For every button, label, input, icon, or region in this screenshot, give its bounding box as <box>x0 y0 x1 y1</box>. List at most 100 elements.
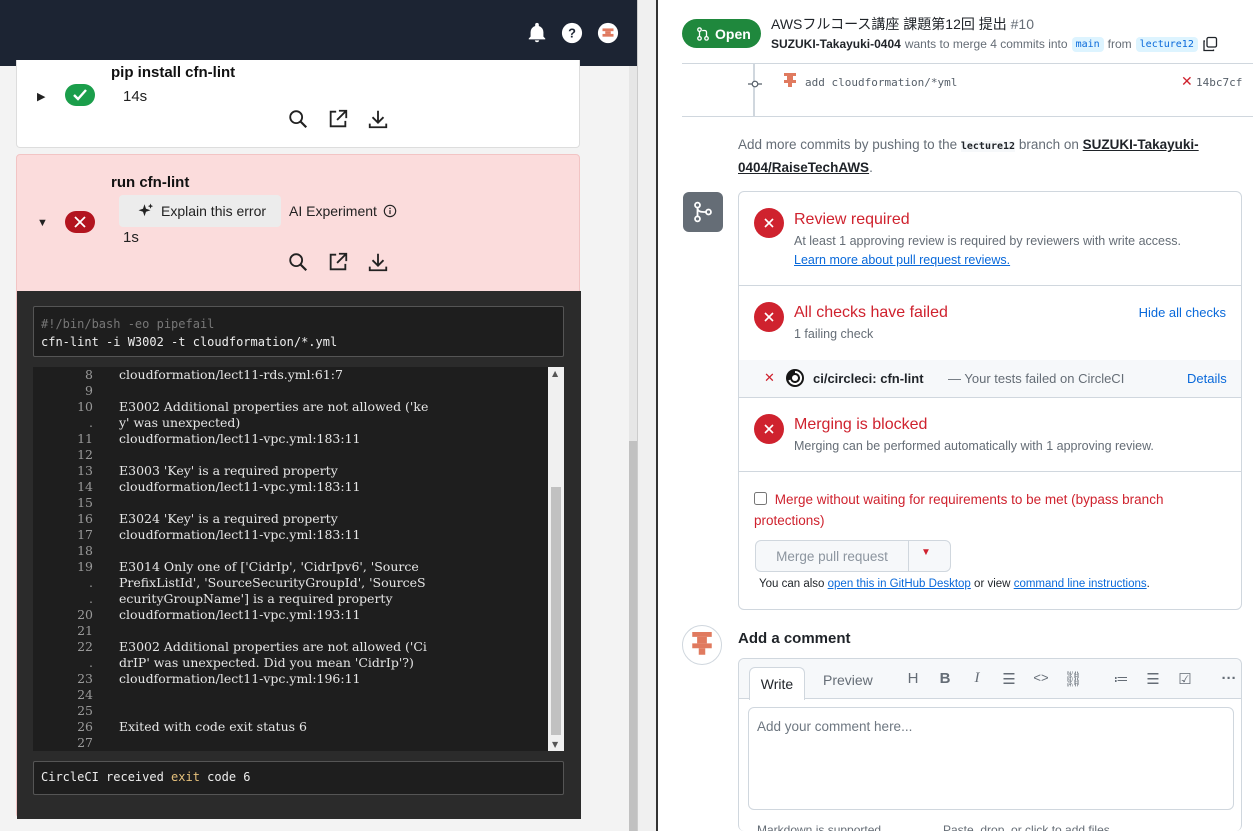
review-desc: At least 1 approving review is required … <box>794 234 1181 248</box>
log-line: 15 <box>33 495 564 511</box>
download-icon[interactable] <box>367 251 389 273</box>
log-line-number: 8 <box>85 367 93 382</box>
add-more-text1: Add more commits by pushing to the <box>738 137 958 152</box>
log-output[interactable]: 8 cloudformation/lect11-rds.yml:61:7 9 10 E3… <box>33 367 564 751</box>
review-required-section: Review required At least 1 approving rev… <box>739 192 1241 286</box>
scroll-down-arrow-icon[interactable]: ▼ <box>552 740 558 749</box>
attach-files[interactable]: Paste, drop, or click to add files <box>943 823 1110 831</box>
check-name: ci/circleci: cfn-lint <box>813 371 924 386</box>
page-scrollbar[interactable] <box>629 66 637 831</box>
log-line: 24 <box>33 687 564 703</box>
pr-wants: wants to merge 4 commits into <box>904 37 1068 51</box>
explain-error-button[interactable]: Explain this error <box>119 195 281 227</box>
scroll-thumb[interactable] <box>551 487 561 735</box>
commenter-avatar[interactable] <box>682 625 722 665</box>
log-line: 18 <box>33 543 564 559</box>
command-shebang: #!/bin/bash -eo pipefail <box>41 317 215 331</box>
unordered-list-icon[interactable]: ☰ <box>1137 670 1169 688</box>
log-line: 21 <box>33 623 564 639</box>
log-line-number: 12 <box>77 447 93 462</box>
editor-toolbar: Write Preview H B I ☰ <> ⛓ ≔ ☰ ☑ ··· <box>739 659 1241 700</box>
commit-message[interactable]: add cloudformation/*yml <box>805 76 957 89</box>
search-icon[interactable] <box>287 108 309 130</box>
info-icon[interactable] <box>383 204 397 218</box>
toolbar-separator <box>1089 670 1105 688</box>
log-line-text: y' was unexpected) <box>119 415 241 430</box>
commit-sha[interactable]: 14bc7cf <box>1196 76 1242 89</box>
step-run-cfn-lint: ▼ run cfn-lint Explain this error AI Exp… <box>16 154 581 819</box>
log-line: 27 <box>33 735 564 751</box>
ordered-list-icon[interactable]: ≔ <box>1105 670 1137 688</box>
svg-text:?: ? <box>568 26 576 41</box>
bold-icon[interactable]: B <box>929 670 961 688</box>
step-actions <box>287 108 389 130</box>
italic-icon[interactable]: I <box>961 670 993 688</box>
log-line: . y' was unexpected) <box>33 415 564 431</box>
hide-all-checks-link[interactable]: Hide all checks <box>1139 305 1226 320</box>
copy-icon[interactable] <box>1202 36 1218 52</box>
user-avatar-icon[interactable] <box>597 22 619 44</box>
head-branch[interactable]: lecture12 <box>1135 36 1198 52</box>
search-icon[interactable] <box>287 251 309 273</box>
commit-fail-x-icon[interactable]: ✕ <box>1181 74 1193 90</box>
bypass-label[interactable]: Merge without waiting for requirements t… <box>754 492 1163 528</box>
log-line-text: cloudformation/lect11-rds.yml:61:7 <box>119 367 343 382</box>
step-name: run cfn-lint <box>111 174 190 191</box>
base-branch[interactable]: main <box>1071 36 1104 52</box>
step-duration: 14s <box>123 88 148 105</box>
log-line-text: cloudformation/lect11-vpc.yml:193:11 <box>119 607 361 622</box>
bypass-option: Merge without waiting for requirements t… <box>754 489 1224 531</box>
open-external-icon[interactable] <box>327 251 349 273</box>
log-line-text: PrefixListId', 'SourceSecurityGroupId', … <box>119 575 426 590</box>
heading-icon[interactable]: H <box>897 670 929 688</box>
expand-caret-icon[interactable]: ▶ <box>37 90 45 103</box>
commit-author-avatar[interactable] <box>782 72 798 90</box>
comment-input[interactable]: Add your comment here... <box>748 707 1234 810</box>
more-options-icon[interactable]: ··· <box>1213 670 1245 688</box>
blocked-title: Merging is blocked <box>794 416 928 433</box>
bell-icon[interactable] <box>526 22 548 44</box>
also-text3: . <box>1146 578 1150 590</box>
log-line: 19 E3014 Only one of ['CidrIp', 'CidrIpv6… <box>33 559 564 575</box>
merging-blocked-section: Merging is blocked Merging can be perfor… <box>739 398 1241 472</box>
tab-write[interactable]: Write <box>749 667 805 700</box>
tab-preview[interactable]: Preview <box>823 672 873 688</box>
markdown-supported[interactable]: Markdown is supported <box>757 823 881 831</box>
log-line-number: 10 <box>77 399 93 414</box>
add-comment-heading: Add a comment <box>738 630 851 647</box>
scroll-up-arrow-icon[interactable]: ▲ <box>552 369 558 378</box>
timeline-divider <box>682 116 1253 117</box>
log-scrollbar[interactable]: ▲ ▼ <box>548 367 564 751</box>
log-line-text: E3024 'Key' is a required property <box>119 511 338 526</box>
ai-experiment: AI Experiment <box>289 203 397 219</box>
link-icon[interactable]: ⛓ <box>1057 670 1089 688</box>
open-external-icon[interactable] <box>327 108 349 130</box>
recv-keyword: exit <box>171 770 200 784</box>
bypass-checkbox[interactable] <box>754 492 767 505</box>
command-line-link[interactable]: command line instructions <box>1014 578 1147 590</box>
github-desktop-link[interactable]: open this in GitHub Desktop <box>828 578 971 590</box>
download-icon[interactable] <box>367 108 389 130</box>
commit-icon <box>748 80 762 88</box>
task-list-icon[interactable]: ☑ <box>1169 670 1201 688</box>
log-line: . ecurityGroupName'] is a required proper… <box>33 591 564 607</box>
quote-icon[interactable]: ☰ <box>993 670 1025 688</box>
collapse-caret-icon[interactable]: ▼ <box>37 217 48 229</box>
help-icon[interactable]: ? <box>561 22 583 44</box>
pr-title-text: AWSフルコース講座 課題第12回 提出 <box>771 16 1007 32</box>
log-line-number: . <box>89 415 93 430</box>
review-learn-more-link[interactable]: Learn more about pull request reviews. <box>794 253 1010 267</box>
code-icon[interactable]: <> <box>1025 670 1057 688</box>
add-more-text2: branch on <box>1018 137 1079 152</box>
merge-options-dropdown-icon[interactable]: ▼ <box>921 547 931 558</box>
check-desc: — Your tests failed on CircleCI <box>948 371 1125 386</box>
log-line-text: drIP' was unexpected. Did you mean 'Cidr… <box>119 655 414 670</box>
merge-button-group: Merge pull request ▼ <box>755 540 951 572</box>
pr-state-badge: Open <box>682 19 761 48</box>
page-scroll-thumb[interactable] <box>629 441 637 831</box>
merge-pull-request-button[interactable]: Merge pull request <box>756 541 909 571</box>
pr-author[interactable]: SUZUKI-Takayuki-0404 <box>771 37 901 51</box>
add-more-branch: lecture12 <box>960 141 1016 152</box>
check-details-link[interactable]: Details <box>1187 371 1227 386</box>
log-line: . PrefixListId', 'SourceSecurityGroupId',… <box>33 575 564 591</box>
